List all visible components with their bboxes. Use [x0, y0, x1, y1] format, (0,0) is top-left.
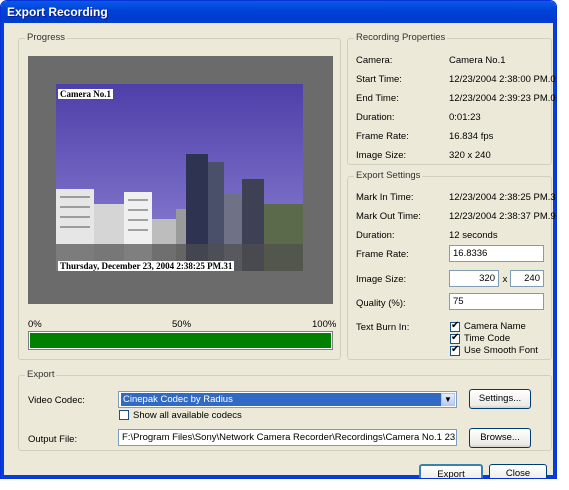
- codec-settings-button[interactable]: Settings...: [469, 389, 531, 409]
- end-time-value: 12/23/2004 2:39:23 PM.00: [449, 93, 557, 104]
- image-height-field[interactable]: 240: [510, 270, 544, 287]
- frame-rate-value: 16.834 fps: [449, 131, 494, 142]
- progress-fill: [30, 333, 331, 348]
- browse-button[interactable]: Browse...: [469, 428, 531, 448]
- mark-out-value: 12/23/2004 2:38:37 PM.98: [449, 211, 557, 222]
- window-title: Export Recording: [7, 5, 108, 19]
- mark-out-label: Mark Out Time:: [356, 211, 421, 222]
- export-duration-label: Duration:: [356, 230, 395, 241]
- show-all-codecs-checkbox[interactable]: [119, 410, 129, 420]
- video-frame: [56, 84, 303, 271]
- smooth-font-checkbox[interactable]: [450, 344, 460, 356]
- duration-label: Duration:: [356, 112, 395, 123]
- image-width-field[interactable]: 320: [449, 270, 499, 287]
- overlay-camera-name: Camera No.1: [58, 89, 113, 99]
- image-size-value: 320 x 240: [449, 150, 491, 161]
- video-codec-label: Video Codec:: [28, 395, 85, 406]
- camera-name-checkbox[interactable]: [450, 320, 460, 332]
- progress-label-50: 50%: [172, 319, 192, 330]
- output-file-label: Output File:: [28, 434, 78, 445]
- export-image-size-label: Image Size:: [356, 274, 407, 285]
- progress-label-100: 100%: [312, 319, 337, 330]
- window-frame-left: [1, 23, 4, 478]
- export-button[interactable]: Export: [419, 464, 483, 478]
- camera-name-option-label: Camera Name: [464, 321, 526, 332]
- window-frame-right: [553, 23, 556, 478]
- video-codec-selected: Cinepak Codec by Radius: [121, 393, 441, 406]
- progress-legend: Progress: [25, 32, 68, 43]
- text-burn-label: Text Burn In:: [356, 322, 410, 333]
- camera-label: Camera:: [356, 55, 393, 66]
- quality-field[interactable]: 75: [449, 293, 544, 310]
- export-recording-dialog: Export Recording Progress Camera No.1 Th…: [0, 0, 557, 479]
- frame-rate-field[interactable]: 16.8336: [449, 245, 544, 262]
- output-file-field[interactable]: F:\Program Files\Sony\Network Camera Rec…: [118, 429, 457, 446]
- start-time-label: Start Time:: [356, 74, 402, 85]
- export-progress-bar: [28, 331, 333, 350]
- mark-in-value: 12/23/2004 2:38:25 PM.31: [449, 192, 557, 203]
- time-code-option-label: Time Code: [464, 333, 511, 344]
- image-size-label: Image Size:: [356, 150, 407, 161]
- smooth-font-option-label: Use Smooth Font: [464, 345, 538, 356]
- overlay-timestamp: Thursday, December 23, 2004 2:38:25 PM.3…: [58, 261, 235, 271]
- video-codec-select[interactable]: Cinepak Codec by Radius ▼: [118, 391, 457, 408]
- chevron-down-icon[interactable]: ▼: [441, 393, 455, 406]
- start-time-value: 12/23/2004 2:38:00 PM.00: [449, 74, 557, 85]
- mark-in-label: Mark In Time:: [356, 192, 414, 203]
- recording-properties-legend: Recording Properties: [354, 32, 448, 43]
- export-legend: Export: [25, 369, 57, 380]
- close-button[interactable]: Close: [489, 464, 547, 478]
- show-all-codecs-label: Show all available codecs: [133, 410, 242, 421]
- export-duration-value: 12 seconds: [449, 230, 498, 241]
- duration-value: 0:01:23: [449, 112, 481, 123]
- image-size-x-label: x: [502, 274, 508, 285]
- end-time-label: End Time:: [356, 93, 399, 104]
- title-bar[interactable]: Export Recording: [1, 1, 556, 23]
- progress-label-0: 0%: [28, 319, 42, 330]
- quality-label: Quality (%):: [356, 298, 406, 309]
- camera-value: Camera No.1: [449, 55, 506, 66]
- frame-rate-label: Frame Rate:: [356, 131, 409, 142]
- time-code-checkbox[interactable]: [450, 332, 460, 344]
- export-frame-rate-label: Frame Rate:: [356, 249, 409, 260]
- city-skyline-image: [56, 84, 303, 271]
- export-settings-legend: Export Settings: [354, 170, 423, 181]
